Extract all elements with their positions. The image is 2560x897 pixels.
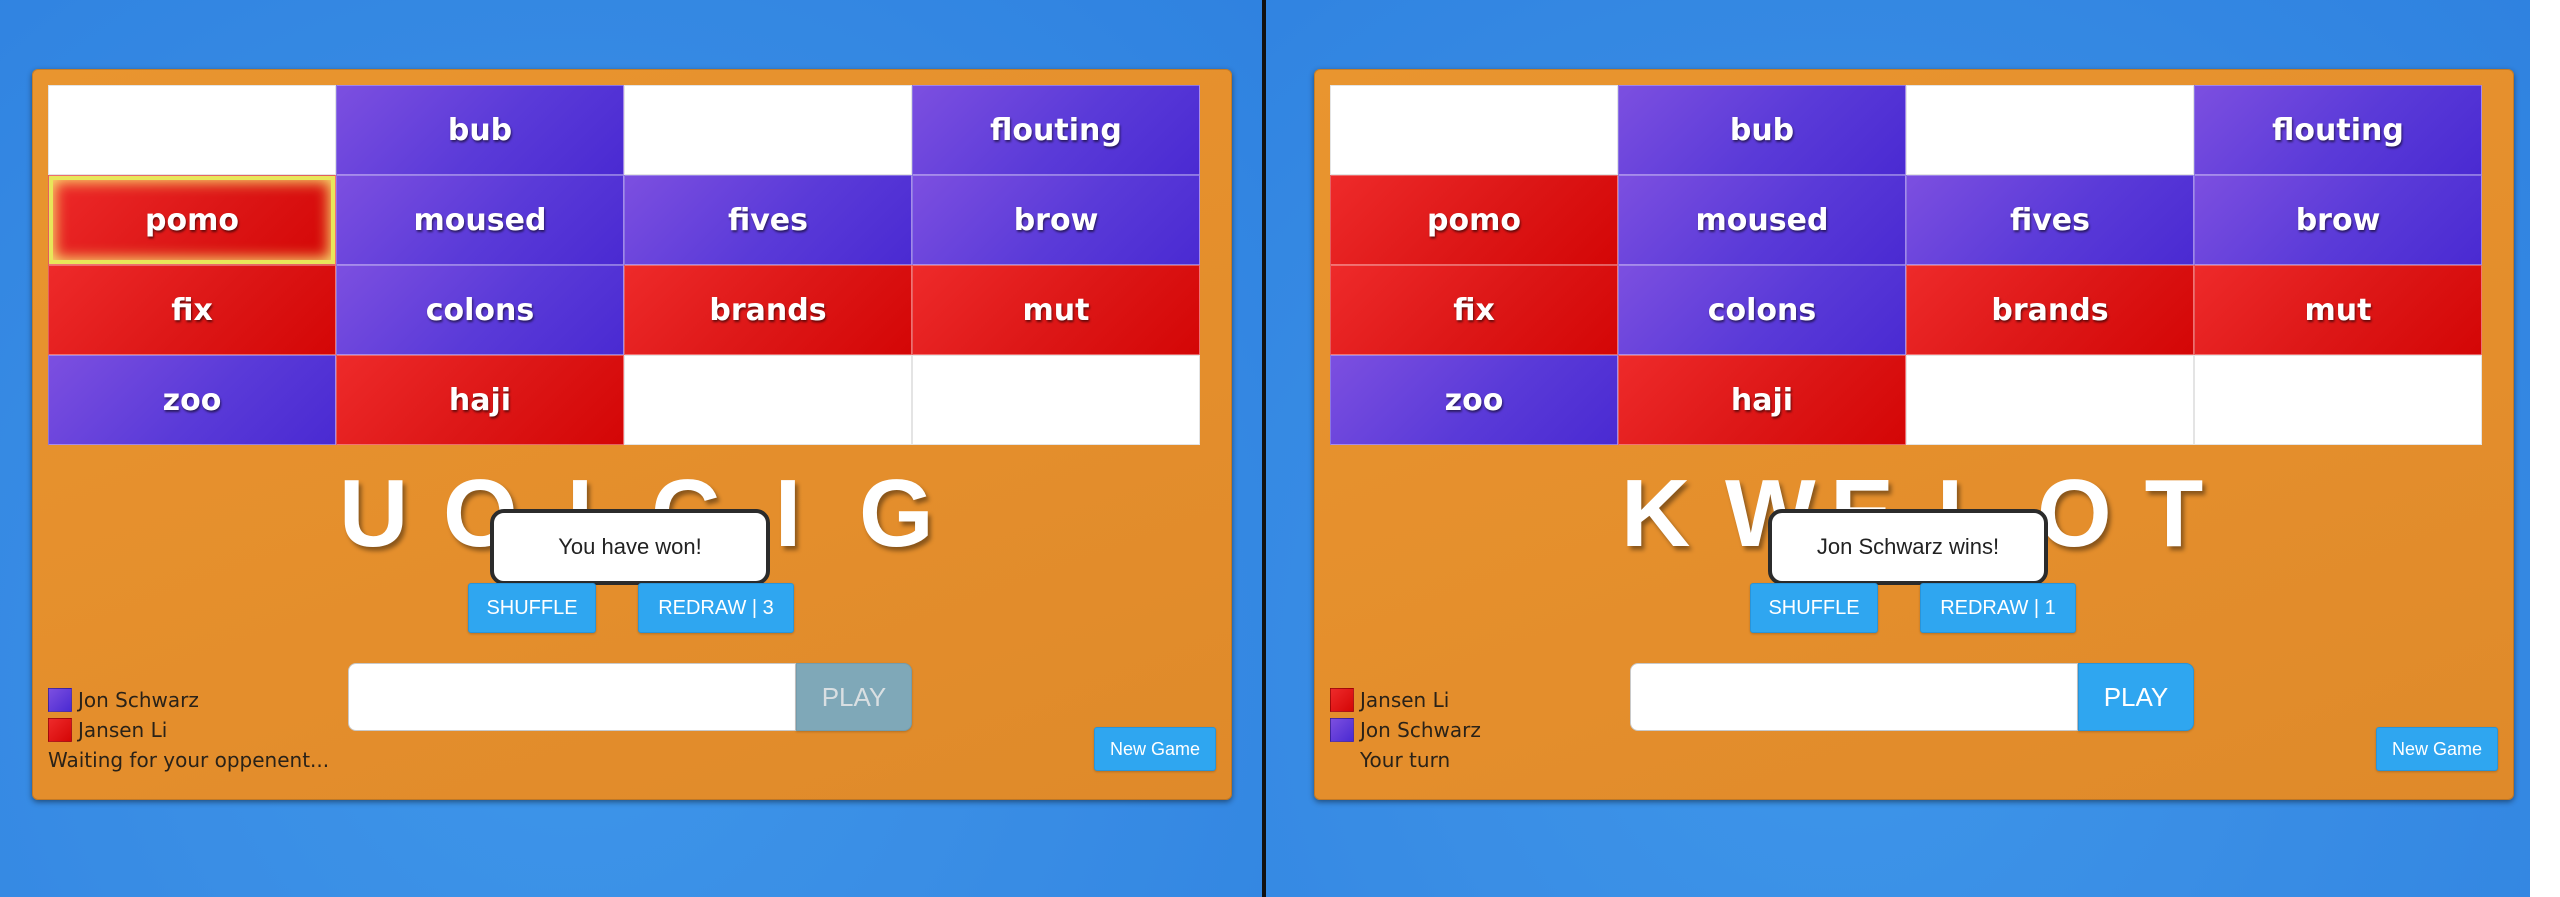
grid-cell: bub [336,85,624,175]
player-color-swatch [1330,718,1354,742]
grid-cell: fix [1330,265,1618,355]
grid-cell: moused [336,175,624,265]
grid-cell: colons [1618,265,1906,355]
grid-cell [1906,85,2194,175]
shuffle-button[interactable]: SHUFFLE [1750,583,1878,633]
player-name: Jon Schwarz [1360,718,1481,742]
grid-cell: flouting [2194,85,2482,175]
grid-cell [624,85,912,175]
grid-cell: moused [1618,175,1906,265]
player-name: Jansen Li [1360,688,1450,712]
grid-cell: brands [624,265,912,355]
new-game-button[interactable]: New Game [1094,727,1216,771]
shuffle-button[interactable]: SHUFFLE [468,583,596,633]
player-list: Jon Schwarz Jansen Li Waiting for your o… [48,685,329,775]
turn-status: Waiting for your oppenent... [48,748,330,772]
letter-tile[interactable]: U [339,459,408,569]
grid-cell: haji [336,355,624,445]
redraw-button[interactable]: REDRAW | 1 [1920,583,2076,633]
grid-cell: mut [912,265,1200,355]
letter-tile[interactable]: G [859,459,934,569]
letter-tile[interactable]: K [1621,459,1690,569]
grid-cell: zoo [1330,355,1618,445]
player-name: Jon Schwarz [78,688,199,712]
grid-cell [48,85,336,175]
grid-cell: pomo [1330,175,1618,265]
grid-cell: haji [1618,355,1906,445]
turn-status: Your turn [1360,748,1451,772]
left-game-view: bub flouting pomo moused fives brow fix … [0,0,1264,897]
word-grid: bub flouting pomo moused fives brow fix … [48,85,1200,445]
result-toast: Jon Schwarz wins! [1768,509,2048,585]
word-input[interactable] [348,663,796,731]
grid-cell: zoo [48,355,336,445]
game-board: bub flouting pomo moused fives brow fix … [1314,69,2514,800]
player-name: Jansen Li [78,718,168,742]
player-color-swatch [48,688,72,712]
player-entry: Jon Schwarz [48,685,329,715]
grid-cell [2194,355,2482,445]
right-game-view: bub flouting pomo moused fives brow fix … [1266,0,2530,897]
word-input[interactable] [1630,663,2078,731]
grid-cell: fives [1906,175,2194,265]
grid-cell: brow [2194,175,2482,265]
grid-cell: brands [1906,265,2194,355]
grid-cell: colons [336,265,624,355]
grid-cell [1906,355,2194,445]
player-entry: Jansen Li [1330,685,1481,715]
grid-cell: fives [624,175,912,265]
grid-cell: brow [912,175,1200,265]
grid-cell [624,355,912,445]
new-game-button[interactable]: New Game [2376,727,2498,771]
redraw-button[interactable]: REDRAW | 3 [638,583,794,633]
play-button[interactable]: PLAY [2078,663,2194,731]
grid-cell: mut [2194,265,2482,355]
grid-cell: flouting [912,85,1200,175]
grid-cell [912,355,1200,445]
result-toast: You have won! [490,509,770,585]
grid-cell: pomo [48,175,336,265]
word-grid: bub flouting pomo moused fives brow fix … [1330,85,2482,445]
player-color-swatch [48,718,72,742]
game-board: bub flouting pomo moused fives brow fix … [32,69,1232,800]
player-color-swatch [1330,688,1354,712]
play-button[interactable]: PLAY [796,663,912,731]
grid-cell: bub [1618,85,1906,175]
player-entry: Jon Schwarz [1330,715,1481,745]
player-list: Jansen Li Jon Schwarz Your turn [1330,685,1481,775]
grid-cell: fix [48,265,336,355]
letter-tile[interactable]: T [2141,459,2207,569]
grid-cell [1330,85,1618,175]
player-entry: Jansen Li [48,715,329,745]
